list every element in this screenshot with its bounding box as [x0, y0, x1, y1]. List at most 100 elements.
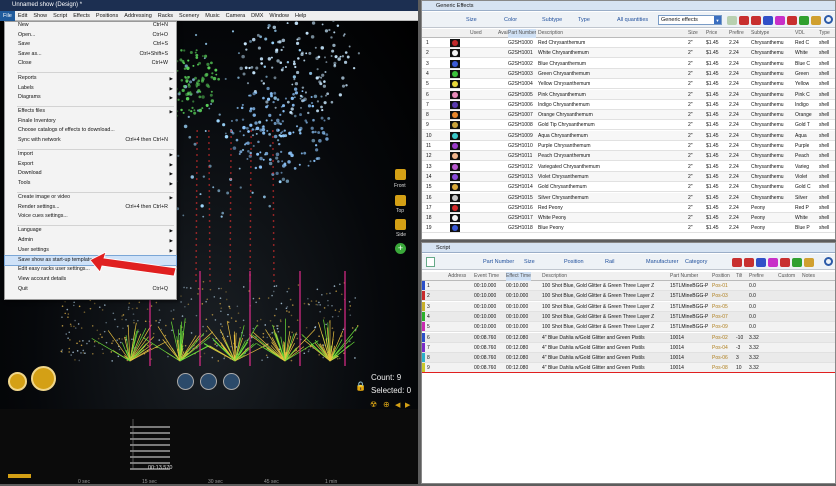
- new-script-icon[interactable]: [426, 257, 435, 267]
- menu-dmx[interactable]: DMX: [248, 11, 266, 21]
- effects-col-header[interactable]: Subtype: [751, 29, 769, 38]
- effects-table-row[interactable]: 4G2SH1003Green Chrysanthemum2"$1.452.24C…: [422, 69, 835, 79]
- effects-table-row[interactable]: 18G2SH1017White Peony2"$1.452.24PeonyWhi…: [422, 213, 835, 223]
- effects-table-row[interactable]: 11G2SH1010Purple Chrysanthemum2"$1.452.2…: [422, 141, 835, 151]
- script-col-header[interactable]: Event Time: [474, 272, 499, 281]
- script-col-header[interactable]: Prefire: [749, 272, 764, 281]
- effects-toolbar-icon[interactable]: [775, 16, 785, 25]
- menu-scenery[interactable]: Scenery: [176, 11, 202, 21]
- color-filter[interactable]: Color: [504, 17, 517, 23]
- menu-camera[interactable]: Camera: [223, 11, 249, 21]
- timeline[interactable]: 0 sec15 sec30 sec45 sec1 min: [0, 409, 418, 484]
- file-menu-item[interactable]: Sync with networkCtrl+4 then Ctrl+N: [5, 136, 176, 145]
- subtype-filter[interactable]: Subtype: [542, 17, 562, 23]
- file-menu-item[interactable]: Choose catalogs of effects to download..…: [5, 126, 176, 135]
- script-table-row[interactable]: 300:10.00000:10.000100 Shot Blue, Gold G…: [422, 302, 835, 312]
- effects-toolbar-icon[interactable]: [799, 16, 809, 25]
- file-menu-item[interactable]: Admin▶: [5, 236, 176, 245]
- effects-toolbar-icon[interactable]: [727, 16, 737, 25]
- file-menu-item[interactable]: Create image or video▶: [5, 193, 176, 202]
- side-view-button[interactable]: [395, 219, 406, 230]
- effects-table-row[interactable]: 13G2SH1012Variegated Chrysanthemum2"$1.4…: [422, 162, 835, 172]
- size-filter[interactable]: Size: [466, 17, 477, 23]
- script-col-header[interactable]: Custom: [778, 272, 795, 281]
- effects-toolbar-icon[interactable]: [763, 16, 773, 25]
- add-icon[interactable]: +: [395, 243, 406, 254]
- file-menu-item[interactable]: Language▶: [5, 226, 176, 235]
- menu-help[interactable]: Help: [292, 11, 309, 21]
- script-part-filter[interactable]: Part Number: [483, 259, 514, 265]
- script-gear-icon[interactable]: [824, 257, 833, 266]
- effects-toolbar-icon[interactable]: [751, 16, 761, 25]
- effects-table-row[interactable]: 10G2SH1009Aqua Chrysanthemum2"$1.452.24C…: [422, 131, 835, 141]
- effects-toolbar-icon[interactable]: [739, 16, 749, 25]
- effects-table-row[interactable]: 17G2SH1016Red Peony2"$1.452.24PeonyRed P…: [422, 203, 835, 213]
- script-col-header[interactable]: Effect Time: [506, 272, 531, 281]
- script-table-row[interactable]: 800:08.76000:12.0804" Blue Dahlia w/Gold…: [422, 353, 835, 363]
- effects-col-header[interactable]: Size: [688, 29, 698, 38]
- script-table-row[interactable]: 700:08.76000:12.0804" Blue Dahlia w/Gold…: [422, 343, 835, 353]
- zoom-icon[interactable]: ⊕: [383, 400, 390, 409]
- effects-table-row[interactable]: 7G2SH1006Indigo Chrysanthemum2"$1.452.24…: [422, 100, 835, 110]
- file-menu-item[interactable]: Download▶: [5, 169, 176, 178]
- file-menu-item[interactable]: Open...Ctrl+O: [5, 31, 176, 40]
- script-toolbar-icon[interactable]: [732, 258, 742, 267]
- rewind-button[interactable]: [8, 372, 27, 391]
- script-col-header[interactable]: Description: [542, 272, 567, 281]
- script-size-filter[interactable]: Size: [524, 259, 535, 265]
- prev-arrow-icon[interactable]: ◀: [395, 401, 400, 409]
- script-category-filter[interactable]: Category: [685, 259, 707, 265]
- menu-music[interactable]: Music: [202, 11, 222, 21]
- file-menu-item[interactable]: NewCtrl+N: [5, 21, 176, 30]
- script-col-header[interactable]: Notes: [802, 272, 815, 281]
- script-toolbar-icon[interactable]: [756, 258, 766, 267]
- file-menu-item[interactable]: Export▶: [5, 160, 176, 169]
- menu-addressing[interactable]: Addressing: [121, 11, 155, 21]
- script-position-filter[interactable]: Position: [564, 259, 584, 265]
- menu-racks[interactable]: Racks: [155, 11, 176, 21]
- effects-toolbar-icon[interactable]: [811, 16, 821, 25]
- file-menu-item[interactable]: Finale Inventory: [5, 117, 176, 126]
- script-col-header[interactable]: Part Number: [670, 272, 698, 281]
- file-menu-item[interactable]: QuitCtrl+Q: [5, 285, 176, 294]
- effects-col-header[interactable]: Used: [470, 29, 482, 38]
- file-menu-item[interactable]: SaveCtrl+S: [5, 40, 176, 49]
- file-menu-item[interactable]: Save as...Ctrl+Shift+S: [5, 50, 176, 59]
- script-table-row[interactable]: 600:08.76000:12.0804" Blue Dahlia w/Gold…: [422, 333, 835, 343]
- front-view-button[interactable]: [395, 169, 406, 180]
- effects-col-header[interactable]: Description: [538, 29, 563, 38]
- file-menu-item[interactable]: Labels▶: [5, 84, 176, 93]
- script-col-header[interactable]: Position: [712, 272, 730, 281]
- script-table-row[interactable]: 100:10.00000:10.000100 Shot Blue, Gold G…: [422, 281, 835, 291]
- effects-table-row[interactable]: 2G2SH1001White Chrysanthemum2"$1.452.24C…: [422, 48, 835, 58]
- effects-table-row[interactable]: 3G2SH1002Blue Chrysanthemum2"$1.452.24Ch…: [422, 59, 835, 69]
- catalog-select[interactable]: Generic effects▼: [658, 15, 722, 25]
- camera-pan-button[interactable]: [200, 373, 217, 390]
- file-menu-item[interactable]: Reports▶: [5, 74, 176, 83]
- camera-orbit-button[interactable]: [177, 373, 194, 390]
- effects-table-row[interactable]: 6G2SH1005Pink Chrysanthemum2"$1.452.24Ch…: [422, 90, 835, 100]
- timeline-scrollbar[interactable]: [8, 474, 31, 478]
- script-manufacturer-filter[interactable]: Manufacturer: [646, 259, 678, 265]
- effects-table-row[interactable]: 8G2SH1007Orange Chrysanthemum2"$1.452.24…: [422, 110, 835, 120]
- effects-table-row[interactable]: 14G2SH1013Violet Chrysanthemum2"$1.452.2…: [422, 172, 835, 182]
- file-menu-item[interactable]: Render settings...Ctrl+4 then Ctrl+R: [5, 203, 176, 212]
- script-table-row[interactable]: 900:08.76000:12.0804" Blue Dahlia w/Gold…: [422, 363, 835, 373]
- quantities-filter[interactable]: All quantities: [617, 17, 648, 23]
- menu-show[interactable]: Show: [30, 11, 50, 21]
- script-toolbar-icon[interactable]: [744, 258, 754, 267]
- file-menu-item[interactable]: Effects files▶: [5, 107, 176, 116]
- camera-zoom-button[interactable]: [223, 373, 240, 390]
- next-arrow-icon[interactable]: ▶: [405, 401, 410, 409]
- effects-col-header[interactable]: Type: [819, 29, 830, 38]
- file-menu-item[interactable]: Diagrams▶: [5, 93, 176, 102]
- script-col-header[interactable]: Address: [448, 272, 466, 281]
- effects-table-row[interactable]: 15G2SH1014Gold Chrysanthemum2"$1.452.24C…: [422, 182, 835, 192]
- effects-table-row[interactable]: 9G2SH1008Gold Tip Chrysanthemum2"$1.452.…: [422, 120, 835, 130]
- menu-effects[interactable]: Effects: [70, 11, 93, 21]
- effects-table-row[interactable]: 19G2SH1018Blue Peony2"$1.452.24PeonyBlue…: [422, 223, 835, 233]
- file-menu-item[interactable]: Tools▶: [5, 179, 176, 188]
- script-col-header[interactable]: Tilt: [736, 272, 742, 281]
- top-view-button[interactable]: [395, 195, 406, 206]
- type-filter[interactable]: Type: [578, 17, 590, 23]
